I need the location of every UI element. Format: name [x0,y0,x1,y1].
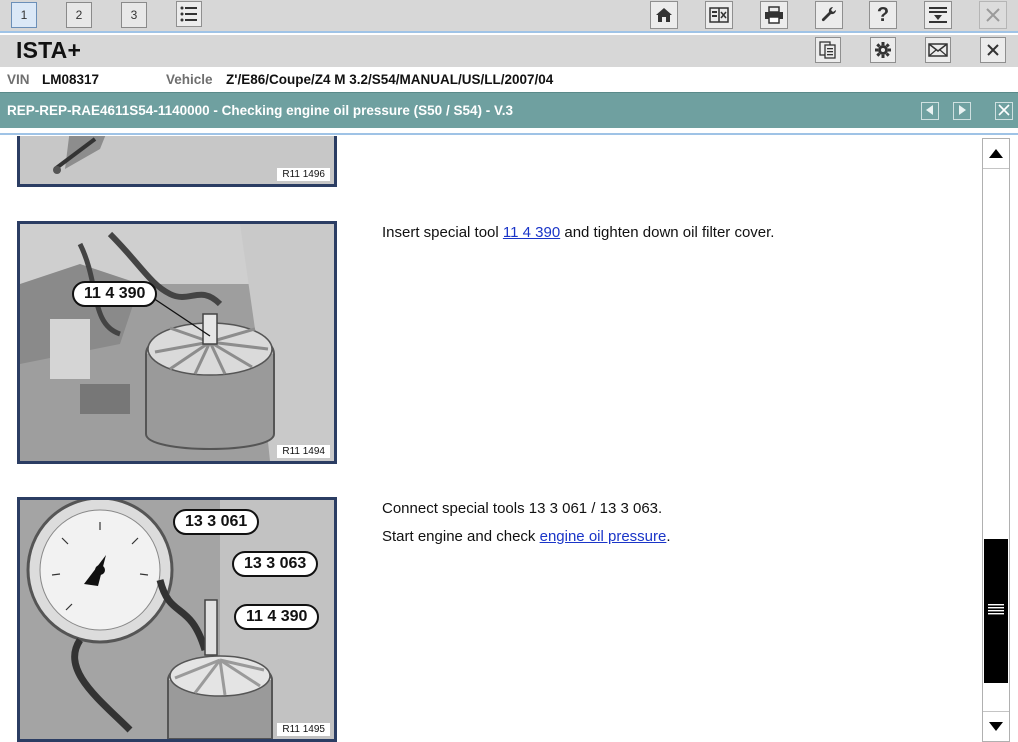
vertical-scrollbar[interactable] [982,138,1010,742]
figure-reference: R11 1494 [277,445,330,458]
list-icon [179,5,199,23]
close-app-button[interactable] [980,37,1006,63]
figure-reference: R11 1495 [277,723,330,736]
engine-oil-pressure-link[interactable]: engine oil pressure [540,528,667,545]
compare-button[interactable] [705,1,733,29]
close-icon [998,103,1010,119]
figure-r11-1496: R11 1496 [17,136,337,187]
settings-button[interactable] [870,37,896,63]
figure-r11-1494: 11 4 390 R11 1494 [17,221,337,464]
tab-2-label: 2 [75,8,83,22]
scroll-thumb[interactable] [984,539,1008,684]
tool-114390-link[interactable]: 11 4 390 [503,224,560,241]
callout-tool-3: 11 4 390 [234,604,320,630]
callout-tool: 11 4 390 [72,281,158,307]
content-divider [0,133,1018,135]
app-header: ISTA+ [0,35,1018,67]
home-button[interactable] [650,1,678,29]
app-title: ISTA+ [16,37,82,63]
scroll-up-button[interactable] [983,139,1009,169]
settings-icon [874,41,892,59]
print-icon [764,6,784,24]
vin-value: LM08317 [42,72,100,87]
arrow-down-icon [989,718,1003,736]
document-content: R11 1496 11 4 390 R11 1494 Insert specia… [0,136,980,742]
step-text-after: . [666,528,671,545]
step-insert-tool: Insert special tool 11 4 390 and tighten… [382,224,774,241]
step-check-pressure: Start engine and check engine oil pressu… [382,528,671,545]
documents-button[interactable] [815,37,841,63]
step-connect-tools: Connect special tools 13 3 061 / 13 3 06… [382,500,663,517]
tab-3-label: 3 [130,8,138,22]
tab-1-label: 1 [20,8,28,22]
callout-tool-1: 13 3 061 [173,509,260,535]
ista-window: 1 2 3 ? ISTA+ VIN LM08317 Vehicle Z'/E86… [0,0,1018,742]
figure-reference: R11 1496 [277,168,330,181]
document-title: REP-REP-RAE4611S54-1140000 - Checking en… [7,103,513,118]
list-button[interactable] [176,1,202,27]
scroll-down-button[interactable] [983,711,1009,741]
home-icon [655,6,673,24]
close-document-button[interactable] [995,102,1013,120]
figure-r11-1495: 13 3 061 13 3 063 11 4 390 R11 1495 [17,497,337,742]
service-button[interactable] [815,1,843,29]
print-button[interactable] [760,1,788,29]
close-icon [985,7,1001,23]
close-icon [986,43,1000,57]
tab-3[interactable]: 3 [121,2,147,28]
next-icon [958,104,966,118]
prev-icon [926,104,934,118]
documents-icon [819,41,837,59]
mail-button[interactable] [925,37,951,63]
mail-icon [928,43,948,57]
step-text-before: Insert special tool [382,224,503,241]
download-icon [928,6,948,24]
help-button[interactable]: ? [869,1,897,29]
wrench-icon [820,6,838,24]
download-button[interactable] [924,1,952,29]
previous-document-button[interactable] [921,102,939,120]
tab-2[interactable]: 2 [66,2,92,28]
document-title-bar: REP-REP-RAE4611S54-1140000 - Checking en… [0,92,1018,128]
vin-label: VIN [7,72,30,87]
help-icon: ? [876,3,890,26]
next-document-button[interactable] [953,102,971,120]
step-text-after: and tighten down oil filter cover. [560,224,775,241]
callout-tool-2: 13 3 063 [232,551,319,577]
main-toolbar: 1 2 3 ? [0,0,1018,33]
vehicle-value: Z'/E86/Coupe/Z4 M 3.2/S54/MANUAL/US/LL/2… [226,72,554,87]
close-session-button[interactable] [979,1,1007,29]
figure-image [20,224,334,461]
vehicle-label: Vehicle [166,72,213,87]
grip-icon [988,602,1004,620]
vehicle-info-bar: VIN LM08317 Vehicle Z'/E86/Coupe/Z4 M 3.… [0,67,1018,91]
arrow-up-icon [989,145,1003,163]
step-text-before: Start engine and check [382,528,540,545]
compare-icon [709,7,729,23]
tab-1[interactable]: 1 [11,2,37,28]
